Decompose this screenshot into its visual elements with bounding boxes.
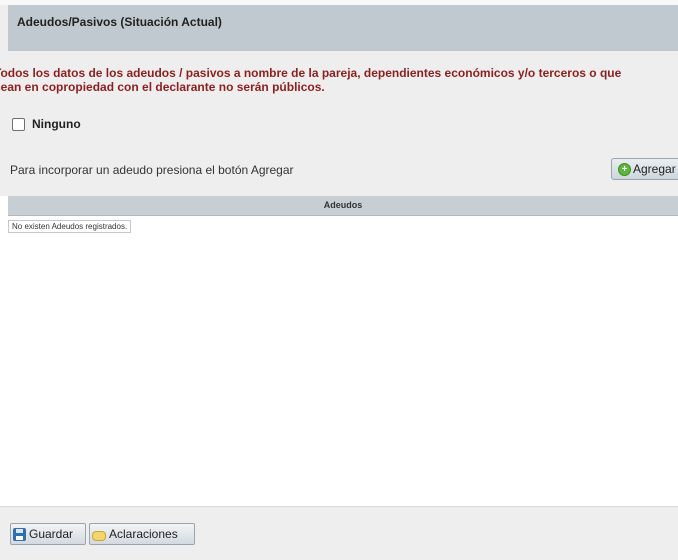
clarifications-button-label: Aclaraciones: [109, 527, 178, 541]
form-panel: Adeudos/Pasivos (Situación Actual) Todos…: [0, 0, 678, 196]
footer-toolbar: Guardar Aclaraciones: [0, 506, 678, 560]
grid-header: Adeudos: [8, 196, 678, 216]
ninguno-label[interactable]: Ninguno: [32, 117, 81, 131]
privacy-notice-line-1: Todos los datos de los adeudos / pasivos…: [0, 66, 622, 80]
ninguno-checkbox[interactable]: [12, 117, 25, 131]
save-button[interactable]: Guardar: [10, 523, 86, 545]
floppy-disk-icon: [13, 527, 26, 541]
add-hint-text: Para incorporar un adeudo presiona el bo…: [10, 163, 294, 177]
add-button-label: Agregar: [633, 162, 676, 176]
section-header: Adeudos/Pasivos (Situación Actual): [8, 5, 678, 51]
empty-grid-message: No existen Adeudos registrados.: [8, 220, 132, 233]
plus-circle-icon: +: [618, 162, 631, 176]
privacy-notice: Todos los datos de los adeudos / pasivos…: [0, 66, 676, 94]
ninguno-option[interactable]: Ninguno: [12, 116, 81, 132]
speech-bubble-icon: [92, 531, 106, 541]
grid-header-label: Adeudos: [323, 200, 363, 210]
privacy-notice-line-2: sean en copropiedad con el declarante no…: [0, 80, 325, 94]
save-button-label: Guardar: [29, 527, 74, 541]
page: Adeudos/Pasivos (Situación Actual) Todos…: [0, 0, 678, 560]
section-title: Adeudos/Pasivos (Situación Actual): [17, 15, 222, 29]
clarifications-button[interactable]: Aclaraciones: [89, 523, 195, 545]
add-button[interactable]: + Agregar: [611, 158, 678, 180]
